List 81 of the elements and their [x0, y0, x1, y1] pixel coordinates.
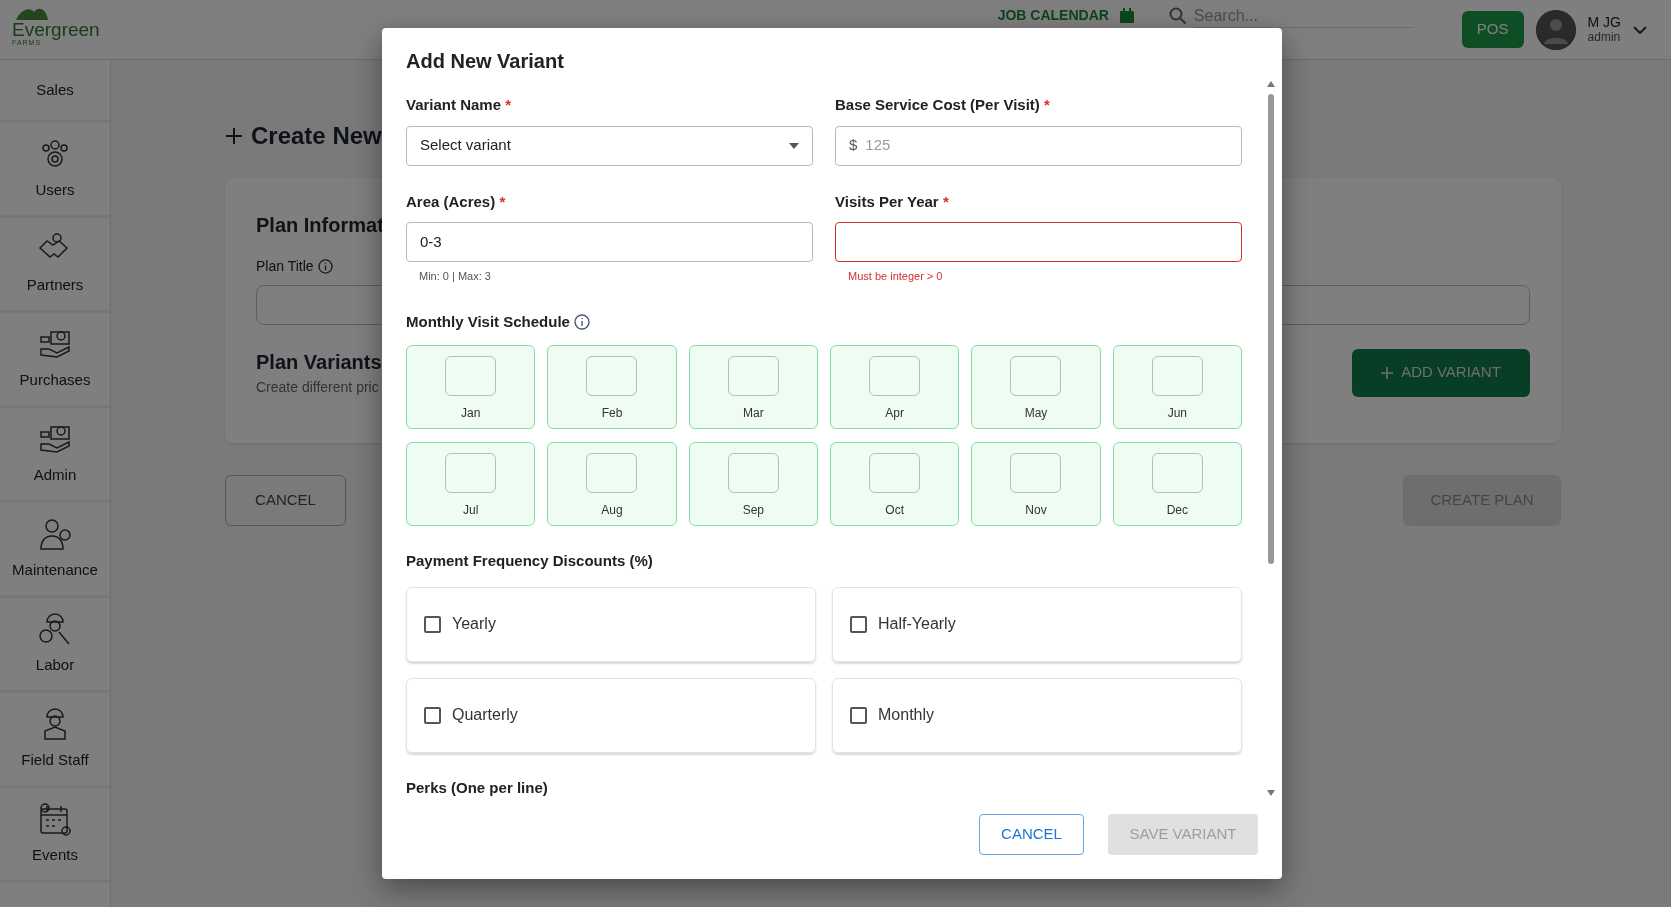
visit-count-field[interactable]	[445, 453, 497, 493]
pos-button[interactable]: POS	[1461, 11, 1524, 48]
field-label: Area (Acres)	[406, 192, 496, 210]
visit-count-field[interactable]	[586, 453, 638, 493]
calendar-icon	[1118, 7, 1135, 24]
dialog-title: Add New Variant	[405, 49, 565, 74]
error-text: Must be integer > 0	[847, 269, 944, 284]
visit-count-field[interactable]	[445, 356, 497, 396]
field-label: Variant Name	[406, 96, 502, 113]
discount-option[interactable]: Yearly	[406, 586, 816, 662]
logo-text: Evergreen	[12, 19, 100, 39]
plus-icon	[225, 127, 243, 145]
plus-icon	[1381, 366, 1394, 379]
field-label: Visits Per Year	[835, 192, 939, 210]
month-label: Mar	[743, 405, 764, 422]
variant-select[interactable]: Select variant	[406, 125, 813, 166]
calendar-gear-icon	[37, 801, 73, 838]
discount-option[interactable]: Half-Yearly	[832, 586, 1242, 662]
add-variant-button[interactable]: ADD VARIANT	[1352, 348, 1530, 397]
month-label: Jun	[1167, 405, 1187, 422]
user-role: admin	[1587, 30, 1621, 44]
field-label: Base Service Cost (Per Visit)	[835, 96, 1040, 113]
month-label: Jul	[463, 502, 479, 519]
chevron-down-icon[interactable]	[1633, 25, 1647, 34]
discount-option[interactable]: Quarterly	[406, 677, 816, 753]
month-label: Aug	[601, 502, 623, 519]
info-icon	[573, 313, 590, 330]
worker-gear-icon	[37, 516, 73, 553]
section-label: Perks (One per line)	[406, 777, 549, 798]
required-mark: *	[1044, 96, 1050, 113]
calendar-link[interactable]: JOB CALENDAR	[997, 5, 1109, 26]
cancel-button[interactable]: CANCEL	[979, 813, 1084, 855]
option-label: Yearly	[452, 614, 496, 634]
month-label: Jan	[461, 405, 481, 422]
input-field[interactable]: 0-3	[406, 222, 813, 262]
input-field[interactable]	[835, 222, 1242, 262]
checkbox[interactable]	[424, 706, 441, 724]
visit-count-field[interactable]	[869, 356, 921, 396]
page-title: Create New	[251, 121, 382, 151]
checkbox[interactable]	[850, 615, 867, 633]
month-label: Nov	[1025, 502, 1047, 519]
visit-count-field[interactable]	[1151, 356, 1203, 396]
month-label: Feb	[601, 405, 623, 422]
section-subtitle: Create different pric	[256, 378, 379, 397]
month-label: May	[1024, 405, 1048, 422]
scroll-down-icon[interactable]	[1266, 789, 1276, 797]
visit-count-field[interactable]	[727, 453, 779, 493]
search-icon	[1168, 7, 1186, 24]
checkbox[interactable]	[850, 706, 867, 724]
required-mark: *	[499, 192, 506, 210]
option-label: Monthly	[878, 705, 935, 725]
cost-field[interactable]: $ 125	[835, 125, 1242, 166]
scrollbar-thumb[interactable]	[1268, 94, 1274, 564]
caret-icon	[789, 142, 799, 149]
month-label: Dec	[1166, 502, 1188, 519]
visit-count-field[interactable]	[586, 356, 638, 396]
option-label: Quarterly	[452, 705, 518, 725]
option-label: Half-Yearly	[878, 614, 956, 634]
visit-count-field[interactable]	[1010, 356, 1062, 396]
visit-count-field[interactable]	[1151, 453, 1203, 493]
user-name: M JG	[1587, 15, 1621, 31]
helper-text: Min: 0 | Max: 3	[418, 269, 492, 284]
required-mark: *	[505, 96, 512, 113]
checkbox[interactable]	[424, 615, 441, 633]
section-heading: Plan Variants	[256, 350, 382, 375]
visit-count-field[interactable]	[1010, 453, 1062, 493]
scroll-up-icon[interactable]	[1266, 80, 1276, 88]
section-label: Monthly Visit Schedule	[406, 311, 570, 332]
info-icon	[317, 259, 333, 274]
field-label: Plan Title	[256, 257, 314, 276]
cancel-button[interactable]: CANCEL	[225, 475, 346, 526]
visit-count-field[interactable]	[727, 356, 779, 396]
month-label: Sep	[742, 502, 764, 519]
month-label: Apr	[885, 405, 904, 422]
month-label: Oct	[885, 502, 904, 519]
visit-count-field[interactable]	[869, 453, 921, 493]
avatar	[1535, 9, 1576, 50]
discount-option[interactable]: Monthly	[832, 677, 1242, 753]
section-heading: Plan Informat	[256, 213, 384, 238]
required-mark: *	[942, 192, 949, 210]
section-label: Payment Frequency Discounts (%)	[406, 551, 654, 571]
